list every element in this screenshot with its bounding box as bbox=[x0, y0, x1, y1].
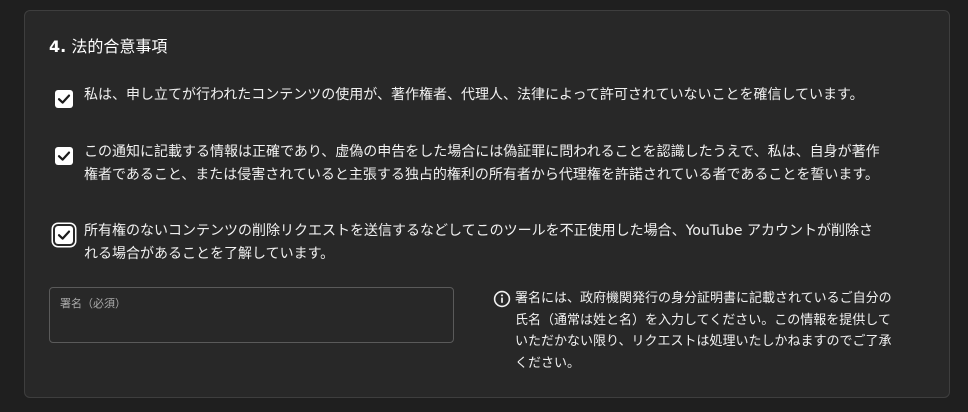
signature-input[interactable] bbox=[59, 314, 444, 336]
section-title-text: 法的合意事項 bbox=[71, 37, 168, 56]
info-icon bbox=[493, 290, 511, 308]
agreement-row-2: この通知に記載する情報は正確であり、虚偽の申告をした場合には偽証罪に問われること… bbox=[55, 141, 885, 187]
legal-agreements-panel: 4. 法的合意事項 私は、申し立てが行われたコンテンツの使用が、著作権者、代理人… bbox=[24, 10, 950, 398]
agreement-checkbox-3[interactable] bbox=[55, 226, 73, 244]
checkmark-icon bbox=[57, 151, 71, 161]
section-title: 4. 法的合意事項 bbox=[49, 33, 167, 57]
section-number: 4. bbox=[49, 37, 67, 56]
agreement-checkbox-2[interactable] bbox=[55, 147, 73, 165]
signature-label: 署名（必須） bbox=[60, 297, 126, 310]
agreement-row-3: 所有権のないコンテンツの削除リクエストを送信するなどしてこのツールを不正使用した… bbox=[55, 220, 885, 266]
agreement-checkbox-1[interactable] bbox=[55, 90, 73, 108]
signature-field[interactable]: 署名（必須） bbox=[49, 287, 454, 343]
checkmark-icon bbox=[57, 94, 71, 104]
signature-info: 署名には、政府機関発行の身分証明書に記載されているご自分の氏名（通常は姓と名）を… bbox=[493, 288, 903, 374]
checkmark-icon bbox=[57, 230, 71, 240]
agreement-text-2: この通知に記載する情報は正確であり、虚偽の申告をした場合には偽証罪に問われること… bbox=[84, 144, 880, 183]
agreement-row-1: 私は、申し立てが行われたコンテンツの使用が、著作権者、代理人、法律によって許可さ… bbox=[55, 84, 885, 108]
signature-info-text: 署名には、政府機関発行の身分証明書に記載されているご自分の氏名（通常は姓と名）を… bbox=[515, 291, 892, 371]
agreement-text-1: 私は、申し立てが行われたコンテンツの使用が、著作権者、代理人、法律によって許可さ… bbox=[84, 87, 864, 103]
agreement-text-3: 所有権のないコンテンツの削除リクエストを送信するなどしてこのツールを不正使用した… bbox=[84, 223, 873, 262]
